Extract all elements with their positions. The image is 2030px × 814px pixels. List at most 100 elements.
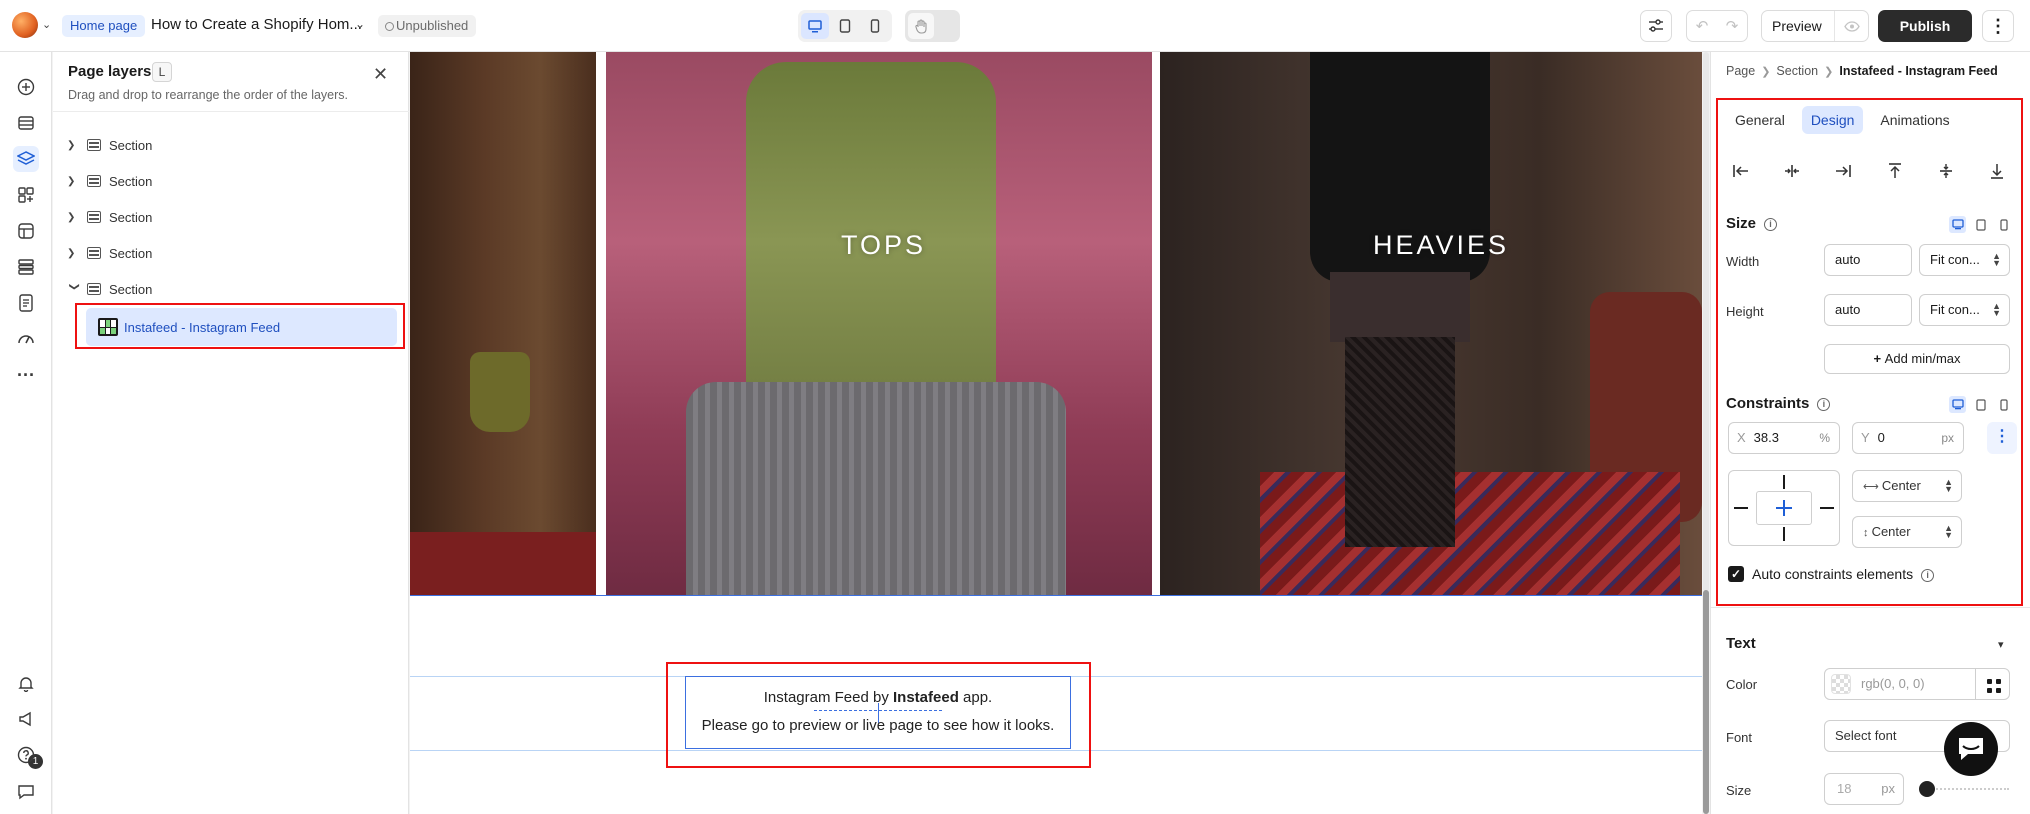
preview-button[interactable]: Preview xyxy=(1761,10,1869,42)
pages-icon[interactable] xyxy=(13,290,39,316)
collection-image-left[interactable] xyxy=(410,52,596,595)
add-element-icon[interactable] xyxy=(13,74,39,100)
tab-general[interactable]: General xyxy=(1726,106,1794,134)
breadcrumb-page[interactable]: Page xyxy=(1726,64,1755,78)
speed-icon[interactable] xyxy=(13,326,39,352)
undo-icon[interactable]: ↶ xyxy=(1687,17,1717,35)
tablet-icon[interactable] xyxy=(1972,216,1989,233)
slider-handle[interactable] xyxy=(1919,781,1935,797)
publish-button[interactable]: Publish xyxy=(1878,10,1972,42)
horizontal-constraint-select[interactable]: ⟷ Center ▲ ▼ xyxy=(1852,470,1962,502)
help-icon[interactable] xyxy=(13,742,39,768)
selection-guide xyxy=(410,595,1702,596)
brand-logo[interactable] xyxy=(12,12,38,38)
align-center-vertical-icon[interactable] xyxy=(1933,158,1959,184)
collection-image-heavies[interactable] xyxy=(1160,52,1702,595)
global-sections-icon[interactable] xyxy=(13,254,39,280)
desktop-view-button[interactable] xyxy=(801,13,829,39)
info-icon[interactable]: i xyxy=(1817,398,1831,411)
scrollbar-track[interactable] xyxy=(1703,52,1709,592)
chat-icon[interactable] xyxy=(13,778,39,804)
height-input[interactable]: auto xyxy=(1824,294,1912,326)
layer-row-section-3[interactable]: ❯ Section xyxy=(67,202,152,232)
constraint-anchor-widget[interactable] xyxy=(1728,470,1840,546)
width-mode-select[interactable]: Fit con... ▲ ▼ xyxy=(1919,244,2010,276)
layer-row-section-5[interactable]: ❯ Section xyxy=(67,274,153,304)
desktop-icon[interactable] xyxy=(1949,216,1966,233)
settings-button[interactable] xyxy=(1640,10,1672,42)
collection-label-heavies[interactable]: HEAVIES xyxy=(1373,230,1509,261)
align-right-icon[interactable] xyxy=(1830,158,1856,184)
mobile-icon[interactable] xyxy=(1995,396,2012,413)
desktop-icon[interactable] xyxy=(1949,396,1966,413)
close-icon[interactable]: ✕ xyxy=(373,64,388,85)
collection-image-tops[interactable] xyxy=(606,52,1152,595)
info-icon[interactable]: i xyxy=(1764,218,1778,231)
chevron-down-icon[interactable]: ▾ xyxy=(1998,638,2004,651)
chevron-right-icon[interactable]: ❯ xyxy=(67,212,81,223)
bell-icon[interactable] xyxy=(13,670,39,696)
breadcrumb-section[interactable]: Section xyxy=(1776,64,1818,78)
more-icon[interactable]: ··· xyxy=(13,362,39,388)
alignment-toolbar xyxy=(1728,158,2010,184)
align-bottom-icon[interactable] xyxy=(1984,158,2010,184)
panel-subtitle: Drag and drop to rearrange the order of … xyxy=(68,88,349,102)
layer-row-section-4[interactable]: ❯ Section xyxy=(67,238,152,268)
width-input[interactable]: auto xyxy=(1824,244,1912,276)
color-input[interactable]: rgb(0, 0, 0) xyxy=(1824,668,1976,700)
mobile-view-button[interactable] xyxy=(861,13,889,39)
panel-title: Page layers xyxy=(68,63,152,80)
chevron-right-icon[interactable]: ❯ xyxy=(67,248,81,259)
page-name[interactable]: How to Create a Shopify Hom... xyxy=(151,16,362,33)
font-size-input[interactable]: 18 px xyxy=(1824,773,1904,805)
megaphone-icon[interactable] xyxy=(13,706,39,732)
hand-icon xyxy=(915,18,927,34)
layer-row-section-2[interactable]: ❯ Section xyxy=(67,166,152,196)
info-icon[interactable]: i xyxy=(1921,569,1935,582)
constraint-y-input[interactable]: Y0 px xyxy=(1852,422,1964,454)
templates-icon[interactable] xyxy=(13,218,39,244)
add-min-max-button[interactable]: + Add min/max xyxy=(1824,344,2010,374)
size-label: Size xyxy=(1726,783,1752,798)
text-section-title[interactable]: Text xyxy=(1726,635,1756,652)
align-center-horizontal-icon[interactable] xyxy=(1779,158,1805,184)
layer-row-instafeed[interactable]: Instafeed - Instagram Feed xyxy=(86,308,397,346)
chevron-right-icon[interactable]: ❯ xyxy=(67,140,81,151)
select-arrows-icon: ▲ ▼ xyxy=(1992,251,2001,268)
hand-tool-button[interactable] xyxy=(908,13,934,39)
vertical-constraint-select[interactable]: ↕ Center ▲ ▼ xyxy=(1852,516,1962,548)
constraint-x-input[interactable]: X 38.3 % xyxy=(1728,422,1840,454)
instafeed-placeholder[interactable]: Instagram Feed by Instafeed app. Please … xyxy=(685,676,1071,749)
more-options-icon[interactable]: ⋮ xyxy=(1982,10,2014,42)
chevron-right-icon[interactable]: ❯ xyxy=(67,176,81,187)
collection-label-tops[interactable]: TOPS xyxy=(841,230,926,261)
sections-icon[interactable] xyxy=(13,110,39,136)
tab-animations[interactable]: Animations xyxy=(1871,106,1958,134)
page-type-chip[interactable]: Home page xyxy=(62,15,146,37)
constraint-options-icon[interactable]: ⋮ xyxy=(1987,422,2017,454)
chevron-down-icon[interactable]: ⌄ xyxy=(42,18,51,31)
color-palette-icon[interactable] xyxy=(1975,668,2010,700)
eye-icon[interactable] xyxy=(1834,11,1868,41)
tablet-view-button[interactable] xyxy=(831,13,859,39)
left-rail: ··· 1 xyxy=(0,52,52,814)
auto-constraints-checkbox[interactable]: ✓ xyxy=(1728,566,1744,582)
align-top-icon[interactable] xyxy=(1882,158,1908,184)
transparent-swatch[interactable] xyxy=(1831,674,1851,694)
mobile-icon[interactable] xyxy=(1995,216,2012,233)
align-left-icon[interactable] xyxy=(1728,158,1754,184)
instafeed-line-2: Please go to preview or live page to see… xyxy=(701,717,1055,734)
page-selector-chevron-icon[interactable]: ⌄ xyxy=(355,17,365,31)
apps-icon[interactable] xyxy=(13,182,39,208)
layer-row-section-1[interactable]: ❯ Section xyxy=(67,130,152,160)
editor-canvas[interactable]: TOPS HEAVIES Instagram Feed by Instafeed… xyxy=(410,52,1702,814)
redo-icon[interactable]: ↷ xyxy=(1717,17,1747,35)
tab-design[interactable]: Design xyxy=(1801,106,1864,134)
support-chat-button[interactable] xyxy=(1944,722,1998,776)
layers-icon[interactable] xyxy=(13,146,39,172)
chevron-down-icon[interactable]: ❯ xyxy=(69,282,80,296)
device-switcher xyxy=(798,10,892,42)
height-mode-select[interactable]: Fit con... ▲ ▼ xyxy=(1919,294,2010,326)
scrollbar-thumb[interactable] xyxy=(1703,590,1709,814)
tablet-icon[interactable] xyxy=(1972,396,1989,413)
